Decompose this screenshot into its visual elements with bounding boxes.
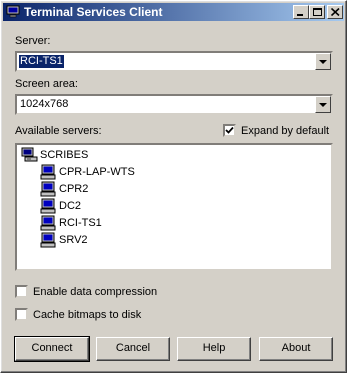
tree-item-server[interactable]: RCI-TS1: [39, 215, 179, 231]
close-icon: [331, 8, 340, 16]
tree-root-label: SCRIBES: [40, 149, 89, 161]
tree-item-server[interactable]: CPR2: [39, 181, 179, 197]
help-button[interactable]: Help: [177, 337, 251, 361]
chevron-down-icon: [319, 103, 327, 107]
connect-button[interactable]: Connect: [14, 336, 90, 362]
cache-bitmaps-label[interactable]: Cache bitmaps to disk: [33, 309, 141, 321]
computer-icon: [40, 232, 56, 248]
title-bar[interactable]: Terminal Services Client: [3, 3, 344, 21]
maximize-button[interactable]: [309, 5, 325, 19]
domain-network-icon: [21, 147, 38, 162]
server-combobox[interactable]: RCI-TS1: [15, 51, 333, 72]
terminal-services-app-icon: [6, 5, 20, 18]
chevron-down-icon: [319, 60, 327, 64]
cache-bitmaps-checkbox[interactable]: [15, 308, 28, 321]
enable-data-compression-label[interactable]: Enable data compression: [33, 286, 157, 298]
minimize-button[interactable]: [293, 5, 309, 19]
expand-by-default-label[interactable]: Expand by default: [241, 125, 329, 137]
enable-data-compression-checkbox[interactable]: [15, 285, 28, 298]
cancel-button[interactable]: Cancel: [96, 337, 170, 361]
tree-root-domain[interactable]: SCRIBES: [20, 147, 160, 163]
available-servers-tree[interactable]: SCRIBES CPR-LAP-WTS CPR2 DC2 RCI-TS1 SRV…: [15, 143, 333, 271]
connect-button-label: Connect: [31, 342, 73, 354]
server-name: CPR-LAP-WTS: [59, 166, 135, 178]
server-dropdown-button[interactable]: [315, 53, 331, 70]
window-title: Terminal Services Client: [24, 5, 163, 19]
screen-area-label: Screen area:: [15, 78, 78, 90]
server-name: CPR2: [59, 183, 89, 195]
close-button[interactable]: [327, 5, 343, 19]
computer-icon: [40, 181, 56, 197]
expand-by-default-checkbox[interactable]: [223, 124, 236, 137]
server-name: SRV2: [59, 234, 88, 246]
maximize-icon: [313, 8, 322, 16]
computer-icon: [40, 215, 56, 231]
server-value: RCI-TS1: [18, 54, 65, 69]
computer-icon: [40, 164, 56, 180]
about-button-label: About: [281, 342, 311, 354]
tree-item-server[interactable]: DC2: [39, 198, 179, 214]
checkmark-icon: [225, 126, 234, 134]
minimize-icon: [297, 14, 303, 16]
about-button[interactable]: About: [259, 337, 333, 361]
screen-area-combobox[interactable]: 1024x768: [15, 94, 333, 115]
tree-item-server[interactable]: SRV2: [39, 232, 179, 248]
server-name: RCI-TS1: [59, 217, 102, 229]
cancel-button-label: Cancel: [115, 342, 151, 354]
terminal-services-client-window: Terminal Services Client Server: RCI-TS1…: [0, 0, 347, 373]
help-button-label: Help: [202, 342, 226, 354]
computer-icon: [40, 198, 56, 214]
screen-area-value: 1024x768: [20, 98, 69, 110]
server-name: DC2: [59, 200, 82, 212]
tree-item-server[interactable]: CPR-LAP-WTS: [39, 164, 179, 180]
server-label: Server:: [15, 35, 51, 47]
screen-area-dropdown-button[interactable]: [315, 96, 331, 113]
available-servers-label: Available servers:: [15, 125, 102, 137]
